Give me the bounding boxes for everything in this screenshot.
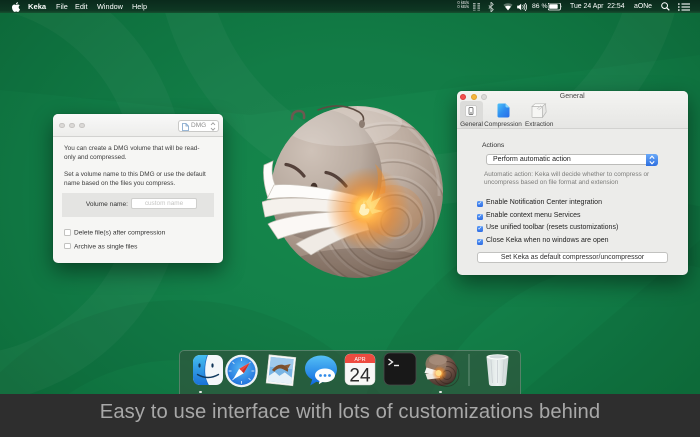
svg-text:APR: APR	[354, 357, 365, 363]
svg-text:24: 24	[349, 366, 371, 387]
